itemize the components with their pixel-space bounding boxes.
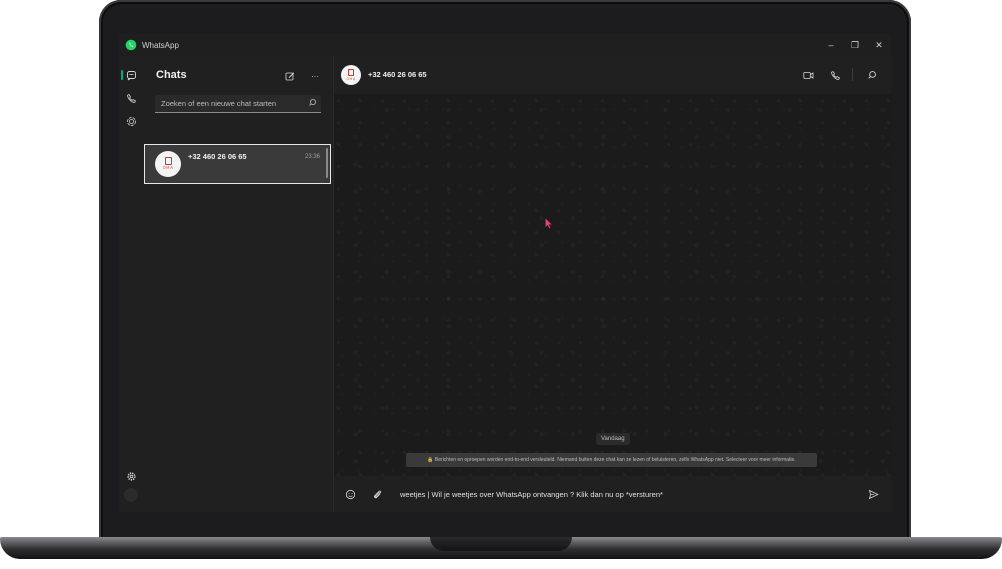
search-icon: [868, 71, 876, 79]
rail-item-status[interactable]: [119, 111, 143, 131]
chat-bubble-icon: [126, 70, 136, 80]
avatar-logo: ＯＭＡ: [346, 77, 356, 81]
mouse-cursor-icon: [545, 218, 553, 229]
gear-icon: [126, 471, 136, 481]
contact-avatar: ＯＭＡ: [155, 151, 181, 177]
chat-list-item[interactable]: ＯＭＡ +32 460 26 06 65 23:36: [144, 144, 331, 184]
search-placeholder: Zoeken of een nieuwe chat starten: [161, 99, 277, 108]
avatar-logo-mark: [348, 69, 354, 76]
maximize-button[interactable]: ❐: [843, 34, 867, 56]
voice-call-button[interactable]: [828, 68, 842, 82]
close-button[interactable]: ✕: [867, 34, 891, 56]
title-bar: WhatsApp – ❐ ✕: [119, 34, 891, 56]
conversation-contact-name[interactable]: +32 460 26 06 65: [368, 70, 427, 79]
video-call-button[interactable]: [801, 68, 815, 82]
laptop-notch: [430, 537, 572, 551]
encryption-notice[interactable]: 🔒 Berichten en oproepen worden end-to-en…: [406, 453, 817, 467]
voice-call-icon: [830, 70, 840, 80]
emoji-button[interactable]: [343, 487, 357, 501]
paperclip-icon: [373, 490, 381, 498]
message-composer: weetjes | Wil je weetjes over WhatsApp o…: [334, 476, 891, 512]
date-divider: Vandaag: [596, 433, 630, 445]
profile-avatar[interactable]: [124, 488, 138, 502]
chat-list-scrollbar[interactable]: [326, 148, 328, 178]
chat-contact-name: +32 460 26 06 65: [188, 152, 247, 161]
status-ring-icon: [126, 116, 136, 126]
active-indicator: [121, 70, 123, 80]
rail-item-chats[interactable]: [119, 65, 143, 85]
message-area[interactable]: Vandaag 🔒 Berichten en oproepen worden e…: [334, 94, 891, 476]
whatsapp-logo-icon: [125, 39, 137, 51]
send-button[interactable]: [866, 487, 880, 501]
conversation-search-button[interactable]: [865, 68, 879, 82]
rail-item-calls[interactable]: [119, 88, 143, 108]
avatar-logo-mark: [164, 157, 172, 165]
nav-rail: [119, 56, 143, 512]
chats-heading: Chats: [156, 69, 187, 81]
search-field[interactable]: Zoeken of een nieuwe chat starten: [155, 95, 321, 113]
search-icon: [309, 99, 316, 106]
conversation-header: ＯＭＡ +32 460 26 06 65: [334, 56, 891, 94]
minimize-button[interactable]: –: [819, 34, 843, 56]
whatsapp-window: WhatsApp – ❐ ✕ Chats ··· Zoeken of een n…: [119, 34, 891, 512]
message-input[interactable]: weetjes | Wil je weetjes over WhatsApp o…: [400, 490, 663, 499]
send-icon: [868, 489, 879, 499]
conversation-panel: ＯＭＡ +32 460 26 06 65 Vandaag 🔒 Berichten…: [334, 56, 891, 512]
header-divider: [852, 68, 853, 81]
emoji-icon: [345, 489, 355, 499]
compose-icon: [285, 72, 295, 81]
app-title: WhatsApp: [142, 40, 179, 50]
more-options-button[interactable]: ···: [307, 68, 323, 84]
attach-button[interactable]: [370, 487, 384, 501]
new-chat-button[interactable]: [282, 68, 298, 84]
chat-timestamp: 23:36: [304, 154, 320, 160]
rail-item-settings[interactable]: [119, 466, 143, 486]
video-call-icon: [802, 71, 813, 79]
conversation-avatar[interactable]: ＯＭＡ: [341, 65, 361, 85]
chat-list-panel: Chats ··· Zoeken of een nieuwe chat star…: [143, 56, 334, 512]
phone-icon: [126, 93, 136, 103]
avatar-logo: ＯＭＡ: [162, 166, 174, 170]
